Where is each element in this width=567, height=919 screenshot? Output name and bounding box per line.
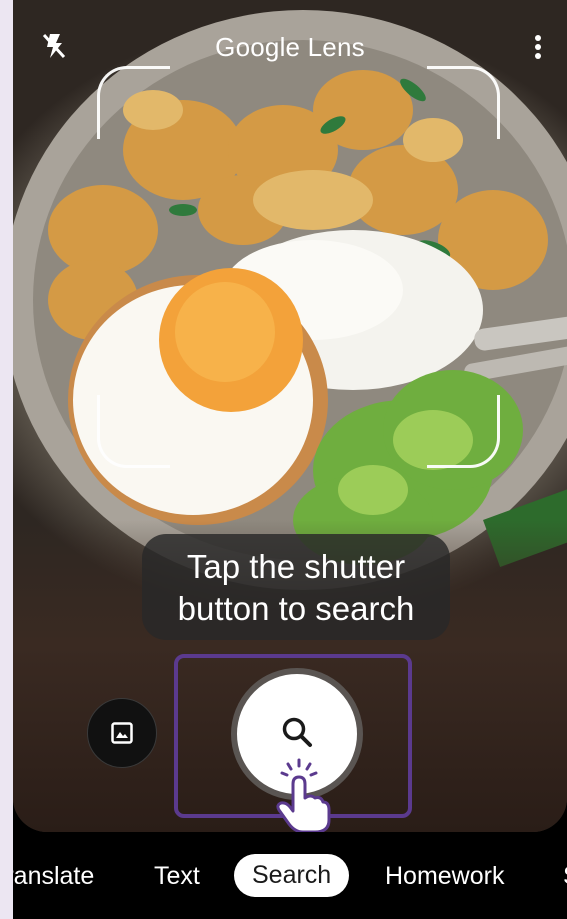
mode-homework[interactable]: Homework	[385, 862, 504, 891]
mode-translate[interactable]: Translate	[13, 862, 94, 891]
mode-text[interactable]: Text	[154, 862, 200, 891]
hint-line-1: Tap the shutter	[186, 548, 406, 585]
search-icon	[282, 717, 312, 747]
gallery-button[interactable]	[87, 698, 157, 768]
frame-corner-bottom-right	[427, 395, 500, 468]
image-icon	[111, 722, 133, 744]
mode-bar: Translate Text Search Homework S	[13, 840, 567, 919]
more-vert-icon[interactable]	[531, 34, 545, 62]
mode-search[interactable]: Search	[234, 854, 350, 897]
frame-corner-top-right	[427, 66, 500, 139]
hint-line-2: button to search	[177, 590, 415, 627]
hint-tooltip: Tap the shutter button to search	[142, 534, 450, 640]
tap-hand-icon	[276, 758, 331, 832]
camera-viewfinder[interactable]: Google Lens Tap the shutter button to se…	[13, 0, 567, 832]
frame-corner-bottom-left	[97, 395, 170, 468]
frame-corner-top-left	[97, 66, 170, 139]
mode-more[interactable]: S	[563, 862, 567, 891]
phone-screen: Google Lens Tap the shutter button to se…	[13, 0, 567, 919]
app-title: Google Lens	[215, 32, 365, 62]
